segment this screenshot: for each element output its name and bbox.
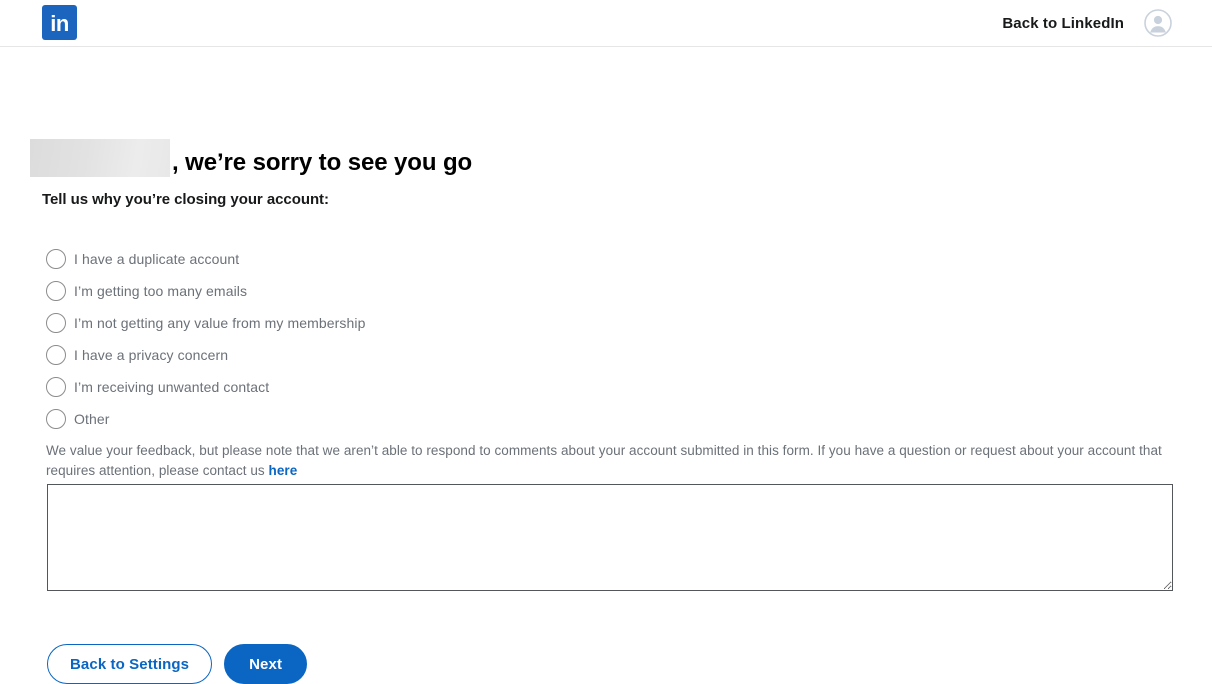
page-title-text: , we’re sorry to see you go bbox=[172, 149, 473, 176]
redacted-member-name bbox=[30, 139, 170, 177]
feedback-textarea[interactable] bbox=[47, 484, 1173, 591]
radio-circle-icon[interactable] bbox=[46, 409, 66, 429]
radio-option-unwanted-contact[interactable]: I’m receiving unwanted contact bbox=[46, 371, 366, 403]
linkedin-logo[interactable]: in bbox=[42, 5, 77, 40]
back-to-linkedin-link[interactable]: Back to LinkedIn bbox=[1002, 15, 1124, 32]
radio-option-other[interactable]: Other bbox=[46, 403, 366, 435]
linkedin-logo-text: in bbox=[50, 11, 69, 36]
radio-circle-icon[interactable] bbox=[46, 377, 66, 397]
radio-circle-icon[interactable] bbox=[46, 281, 66, 301]
user-avatar-icon[interactable] bbox=[1144, 9, 1172, 37]
form-question-label: Tell us why you’re closing your account: bbox=[42, 191, 329, 208]
radio-circle-icon[interactable] bbox=[46, 345, 66, 365]
radio-option-no-value[interactable]: I’m not getting any value from my member… bbox=[46, 307, 366, 339]
radio-label: I have a duplicate account bbox=[74, 251, 240, 267]
radio-option-privacy-concern[interactable]: I have a privacy concern bbox=[46, 339, 366, 371]
next-button[interactable]: Next bbox=[224, 644, 308, 684]
radio-option-too-many-emails[interactable]: I’m getting too many emails bbox=[46, 275, 366, 307]
radio-label: Other bbox=[74, 411, 110, 427]
radio-option-duplicate-account[interactable]: I have a duplicate account bbox=[46, 243, 366, 275]
form-actions: Back to Settings Next bbox=[47, 644, 308, 684]
back-to-settings-button[interactable]: Back to Settings bbox=[47, 644, 213, 684]
radio-circle-icon[interactable] bbox=[46, 313, 66, 333]
radio-label: I’m getting too many emails bbox=[74, 283, 248, 299]
nav-right-group: Back to LinkedIn bbox=[1002, 0, 1172, 46]
radio-label: I’m not getting any value from my member… bbox=[74, 315, 366, 331]
top-navigation-bar: in Back to LinkedIn bbox=[0, 0, 1212, 47]
radio-label: I have a privacy concern bbox=[74, 347, 229, 363]
radio-circle-icon[interactable] bbox=[46, 249, 66, 269]
radio-label: I’m receiving unwanted contact bbox=[74, 379, 270, 395]
feedback-disclaimer: We value your feedback, but please note … bbox=[46, 441, 1172, 481]
feedback-disclaimer-text: We value your feedback, but please note … bbox=[46, 443, 1162, 478]
contact-us-link[interactable]: here bbox=[269, 463, 298, 478]
reason-radio-group: I have a duplicate account I’m getting t… bbox=[46, 243, 366, 435]
page-title: , we’re sorry to see you go bbox=[30, 139, 472, 178]
